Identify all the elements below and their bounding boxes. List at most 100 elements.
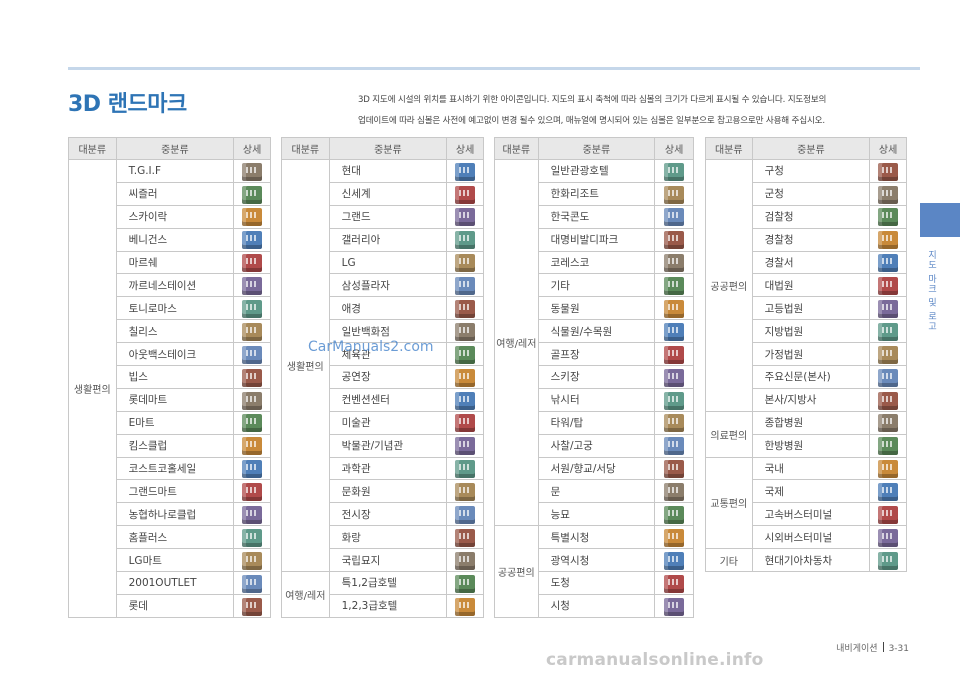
subcategory-cell: 구청: [751, 159, 871, 183]
subcategory-cell: 사찰/고궁: [537, 433, 656, 458]
subcategory-cell: 베니건스: [115, 227, 235, 252]
subcategory-cell: 미술관: [328, 410, 448, 435]
landmark-building-icon: [455, 231, 476, 250]
icon-cell: [446, 525, 484, 550]
landmark-building-icon: [455, 460, 476, 479]
subcategory-cell: 공연장: [328, 365, 448, 389]
subcategory-cell: 일반관광호텔: [537, 159, 656, 183]
landmark-building-icon: [242, 528, 263, 547]
category-cell: 생활편의: [68, 159, 117, 618]
chapter-tab[interactable]: [920, 203, 960, 237]
subcategory-cell: 지방법원: [751, 319, 871, 344]
subcategory-cell: 코스트코홀세일: [115, 456, 235, 481]
subcategory-cell: 화랑: [328, 525, 448, 550]
subcategory-cell: 그랜드: [328, 204, 448, 229]
icon-cell: [654, 479, 694, 504]
landmark-building-icon: [242, 368, 263, 387]
subcategory-cell: 군청: [751, 181, 871, 206]
icon-cell: [233, 181, 271, 206]
icon-cell: [869, 548, 907, 573]
landmark-building-icon: [664, 551, 685, 570]
table-header-row: 대분류 중분류 상세: [705, 137, 907, 160]
icon-cell: [233, 387, 271, 412]
icon-cell: [233, 365, 271, 389]
landmark-building-icon: [878, 414, 899, 433]
icon-cell: [446, 227, 484, 252]
icon-cell: [446, 479, 484, 504]
subcategory-cell: E마트: [115, 410, 235, 435]
icon-cell: [233, 159, 271, 183]
subcategory-cell: 까르네스테이션: [115, 273, 235, 298]
landmark-building-icon: [664, 597, 685, 616]
subcategory-cell: 과학관: [328, 456, 448, 481]
icon-cell: [446, 433, 484, 458]
subcategory-cell: 롯데마트: [115, 387, 235, 412]
subcategory-cell: 문: [537, 479, 656, 504]
category-cell: 여행/레저: [281, 571, 330, 618]
category-cell: 생활편의: [281, 158, 330, 573]
subcategory-cell: 식물원/수목원: [537, 319, 656, 344]
header-major: 대분류: [494, 137, 539, 160]
footer-page-number: 3-31: [888, 644, 909, 654]
subcategory-cell: 종합병원: [751, 410, 871, 435]
landmark-building-icon: [242, 391, 263, 410]
landmark-building-icon: [664, 322, 685, 341]
icon-cell: [446, 181, 484, 206]
header-major: 대분류: [705, 137, 753, 160]
subcategory-cell: LG: [328, 250, 448, 275]
landmark-building-icon: [242, 185, 263, 204]
header-minor: 중분류: [328, 137, 448, 160]
header-detail: 상세: [233, 137, 271, 160]
landmark-building-icon: [455, 345, 476, 364]
subcategory-cell: 기타: [537, 273, 656, 298]
icon-cell: [233, 250, 271, 275]
subcategory-cell: 시청: [537, 593, 656, 618]
landmark-building-icon: [242, 506, 263, 525]
icon-cell: [869, 159, 907, 183]
landmark-building-icon: [242, 322, 263, 341]
subcategory-cell: 한국콘도: [537, 204, 656, 229]
header-minor: 중분류: [537, 137, 656, 160]
icon-cell: [869, 181, 907, 206]
landmark-building-icon: [664, 391, 685, 410]
icon-cell: [233, 593, 271, 618]
icon-cell: [233, 342, 271, 367]
landmark-building-icon: [878, 300, 899, 319]
icon-cell: [654, 456, 694, 481]
icon-cell: [233, 548, 271, 573]
table-header-row: 대분류 중분류 상세: [68, 137, 271, 160]
landmark-table-3: 대분류 중분류 상세 여행/레저 일반관광호텔 한화리조트 한국콘도 대명비발디파크 코레스코 기…: [494, 137, 694, 618]
icon-cell: [654, 365, 694, 389]
icon-cell: [446, 342, 484, 367]
table-row: 기타 현대기아차동차: [705, 548, 907, 573]
landmark-building-icon: [455, 551, 476, 570]
landmark-building-icon: [664, 414, 685, 433]
landmark-building-icon: [455, 277, 476, 296]
landmark-building-icon: [664, 277, 685, 296]
top-rule: [68, 67, 920, 70]
landmark-building-icon: [664, 185, 685, 204]
header-minor: 중분류: [751, 137, 871, 160]
icon-cell: [869, 410, 907, 435]
header-detail: 상세: [446, 137, 484, 160]
chapter-label: 지도 마크 및 로고: [926, 250, 936, 332]
landmark-building-icon: [664, 437, 685, 456]
landmark-building-icon: [242, 231, 263, 250]
landmark-building-icon: [664, 506, 685, 525]
landmark-table-4: 대분류 중분류 상세 공공편의 구청 군청 검찰청 경찰청 경찰서 대법원 고등법원 지방법원 가정법원…: [705, 137, 907, 573]
table-header-row: 대분류 중분류 상세: [494, 137, 694, 160]
landmark-building-icon: [455, 300, 476, 319]
icon-cell: [446, 502, 484, 527]
landmark-building-icon: [664, 300, 685, 319]
icon-cell: [869, 433, 907, 458]
icon-cell: [869, 273, 907, 298]
landmark-building-icon: [242, 551, 263, 570]
subcategory-cell: 고속버스터미널: [751, 502, 871, 527]
landmark-building-icon: [455, 185, 476, 204]
icon-cell: [233, 204, 271, 229]
landmark-building-icon: [878, 254, 899, 273]
subcategory-cell: 고등법원: [751, 296, 871, 321]
landmark-building-icon: [242, 437, 263, 456]
subcategory-cell: 박물관/기념관: [328, 433, 448, 458]
landmark-building-icon: [455, 391, 476, 410]
